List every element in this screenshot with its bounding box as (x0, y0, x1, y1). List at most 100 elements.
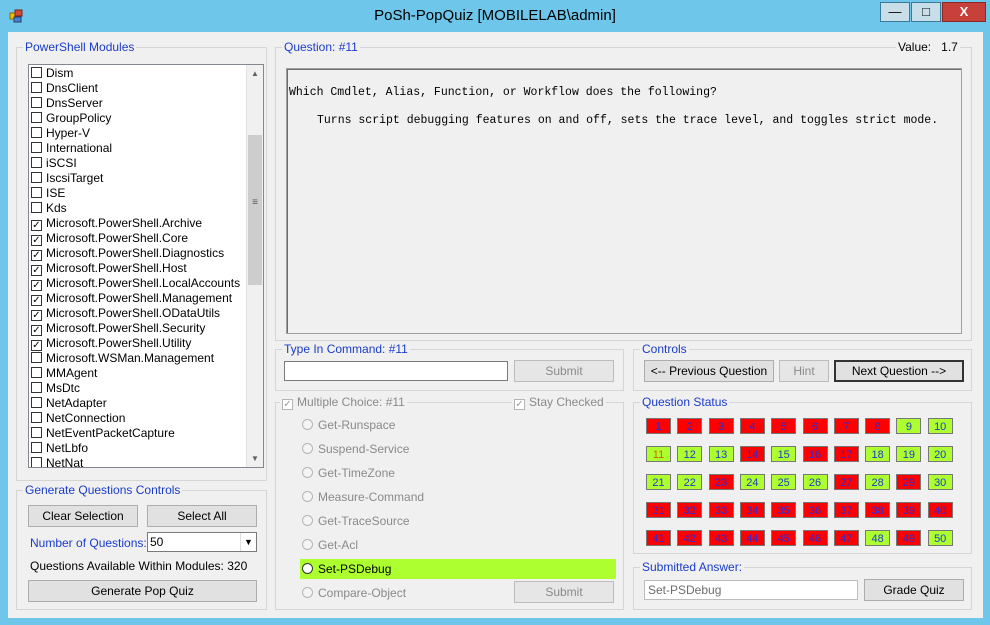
question-status-cell[interactable]: 20 (927, 446, 953, 462)
question-status-cell[interactable]: 11 (646, 446, 671, 462)
question-status-cell[interactable]: 41 (646, 530, 671, 546)
question-status-cell[interactable]: 13 (708, 446, 734, 462)
choice-option[interactable]: Set-PSDebug (300, 559, 616, 579)
question-status-cell[interactable]: 50 (927, 530, 953, 546)
checked-checkbox-icon[interactable]: ✓ (31, 250, 42, 261)
radio-icon[interactable] (302, 467, 313, 478)
checkbox-icon[interactable] (31, 352, 42, 363)
question-status-cell[interactable]: 46 (802, 530, 828, 546)
previous-question-button[interactable]: <-- Previous Question (644, 360, 774, 382)
module-item[interactable]: ✓ Microsoft.PowerShell.Core (31, 231, 245, 246)
type-in-submit-button[interactable]: Submit (514, 360, 614, 382)
question-status-cell[interactable]: 21 (646, 474, 671, 490)
checkbox-icon[interactable] (31, 187, 42, 198)
question-status-cell[interactable]: 48 (865, 530, 891, 546)
question-status-cell[interactable]: 6 (802, 418, 828, 434)
checked-checkbox-icon[interactable]: ✓ (31, 340, 42, 351)
question-status-cell[interactable]: 33 (708, 502, 734, 518)
question-status-cell[interactable]: 30 (927, 474, 953, 490)
num-questions-select[interactable]: 50 ▼ (147, 532, 257, 552)
module-item[interactable]: MMAgent (31, 366, 245, 381)
close-button[interactable]: X (942, 2, 986, 22)
module-item[interactable]: GroupPolicy (31, 111, 245, 126)
module-item[interactable]: ✓ Microsoft.PowerShell.Diagnostics (31, 246, 245, 261)
choice-option[interactable]: Get-TraceSource (302, 511, 618, 531)
module-item[interactable]: ✓ Microsoft.PowerShell.Host (31, 261, 245, 276)
select-all-button[interactable]: Select All (147, 505, 257, 527)
checkbox-icon[interactable] (31, 142, 42, 153)
scroll-down-icon[interactable]: ▼ (247, 450, 263, 467)
question-status-cell[interactable]: 42 (677, 530, 703, 546)
question-status-cell[interactable]: 39 (896, 502, 922, 518)
question-status-cell[interactable]: 28 (865, 474, 891, 490)
question-status-cell[interactable]: 49 (896, 530, 922, 546)
checkbox-icon[interactable] (31, 127, 42, 138)
module-item[interactable]: Kds (31, 201, 245, 216)
choice-option[interactable]: Get-TimeZone (302, 463, 618, 483)
generate-quiz-button[interactable]: Generate Pop Quiz (28, 580, 257, 602)
choice-option[interactable]: Measure-Command (302, 487, 618, 507)
module-item[interactable]: NetNat (31, 456, 245, 467)
question-status-cell[interactable]: 47 (833, 530, 859, 546)
question-status-cell[interactable]: 10 (927, 418, 953, 434)
module-item[interactable]: Microsoft.WSMan.Management (31, 351, 245, 366)
checkbox-icon[interactable] (31, 112, 42, 123)
command-input[interactable] (284, 361, 508, 381)
radio-icon[interactable] (302, 419, 313, 430)
checkbox-icon[interactable] (31, 157, 42, 168)
module-item[interactable]: DnsClient (31, 81, 245, 96)
radio-icon[interactable] (302, 539, 313, 550)
module-item[interactable]: ✓ Microsoft.PowerShell.Security (31, 321, 245, 336)
radio-icon[interactable] (302, 587, 313, 598)
choice-option[interactable]: Suspend-Service (302, 439, 618, 459)
question-status-cell[interactable]: 31 (646, 502, 671, 518)
question-status-cell[interactable]: 16 (802, 446, 828, 462)
checked-checkbox-icon[interactable]: ✓ (31, 220, 42, 231)
question-status-cell[interactable]: 12 (677, 446, 703, 462)
radio-icon[interactable] (302, 443, 313, 454)
grade-quiz-button[interactable]: Grade Quiz (864, 579, 964, 601)
modules-listbox[interactable]: Dism DnsClient DnsServer GroupPolicy Hyper-V… (28, 64, 264, 468)
checkbox-icon[interactable] (31, 442, 42, 453)
question-status-cell[interactable]: 38 (865, 502, 891, 518)
question-status-cell[interactable]: 8 (865, 418, 891, 434)
radio-icon[interactable] (302, 563, 313, 574)
module-item[interactable]: Dism (31, 66, 245, 81)
multiple-choice-legend[interactable]: ✓ Multiple Choice: #11 (280, 395, 407, 410)
question-status-cell[interactable]: 40 (927, 502, 953, 518)
checked-checkbox-icon[interactable]: ✓ (31, 295, 42, 306)
radio-icon[interactable] (302, 491, 313, 502)
module-item[interactable]: NetConnection (31, 411, 245, 426)
clear-selection-button[interactable]: Clear Selection (28, 505, 138, 527)
question-status-cell[interactable]: 2 (677, 418, 703, 434)
module-item[interactable]: DnsServer (31, 96, 245, 111)
question-status-cell[interactable]: 36 (802, 502, 828, 518)
module-item[interactable]: ✓ Microsoft.PowerShell.Management (31, 291, 245, 306)
choice-option[interactable]: Get-Runspace (302, 415, 618, 435)
question-status-cell[interactable]: 24 (739, 474, 765, 490)
checkbox-icon[interactable] (31, 82, 42, 93)
question-status-cell[interactable]: 17 (833, 446, 859, 462)
checkbox-icon[interactable] (31, 202, 42, 213)
chevron-down-icon[interactable]: ▼ (240, 533, 256, 551)
module-item[interactable]: Hyper-V (31, 126, 245, 141)
module-item[interactable]: NetEventPacketCapture (31, 426, 245, 441)
question-status-cell[interactable]: 5 (771, 418, 797, 434)
question-status-cell[interactable]: 19 (896, 446, 922, 462)
module-item[interactable]: ✓ Microsoft.PowerShell.Utility (31, 336, 245, 351)
question-status-cell[interactable]: 23 (708, 474, 734, 490)
minimize-button[interactable]: — (880, 2, 910, 22)
question-status-cell[interactable]: 27 (833, 474, 859, 490)
checkbox-icon[interactable] (31, 367, 42, 378)
question-status-cell[interactable]: 18 (865, 446, 891, 462)
title-bar[interactable]: PoSh-PopQuiz [MOBILELAB\admin] — □ X (0, 0, 990, 32)
question-status-cell[interactable]: 34 (739, 502, 765, 518)
question-status-cell[interactable]: 45 (771, 530, 797, 546)
checkbox-icon[interactable] (31, 97, 42, 108)
choice-option[interactable]: Get-Acl (302, 535, 618, 555)
question-status-cell[interactable]: 4 (739, 418, 765, 434)
question-status-cell[interactable]: 14 (739, 446, 765, 462)
question-status-cell[interactable]: 22 (677, 474, 703, 490)
question-status-cell[interactable]: 43 (708, 530, 734, 546)
checkbox-icon[interactable] (31, 172, 42, 183)
